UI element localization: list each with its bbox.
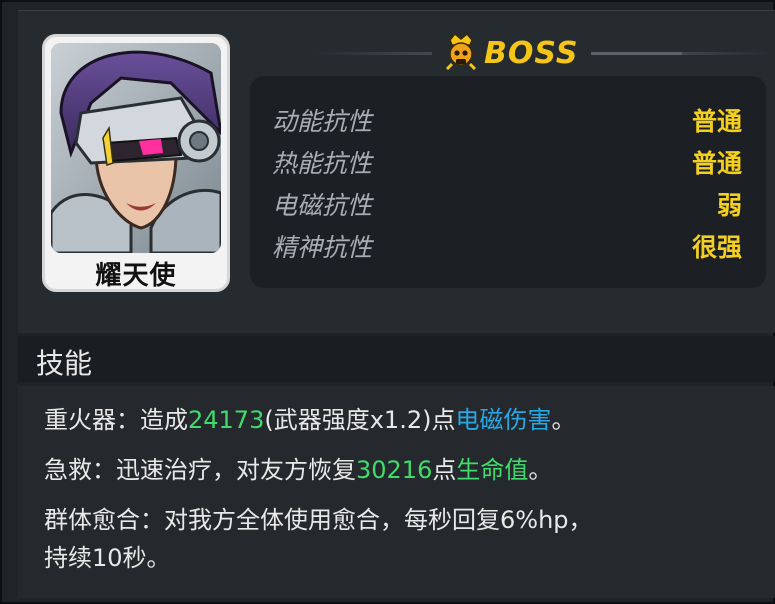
resistance-row: 电磁抗性 弱: [272, 186, 742, 226]
enemy-name: 耀天使: [95, 261, 177, 291]
resistance-value: 弱: [716, 191, 742, 220]
skill-text: 点: [432, 456, 457, 484]
skill-text: 群体愈合：对我方全体使用愈合，每秒回复6%hp，: [44, 506, 593, 534]
android-portrait-art: [51, 43, 221, 253]
resistance-label: 电磁抗性: [272, 191, 373, 220]
enemy-portrait-image: [51, 43, 221, 253]
resistance-value: 普通: [691, 107, 742, 136]
resistance-list: 动能抗性 普通 热能抗性 普通 电磁抗性 弱 精神抗性 很强: [250, 76, 766, 288]
skill-number: 30216: [356, 456, 433, 484]
skill-text: 。: [551, 406, 576, 434]
skills-header: 技能: [18, 336, 775, 382]
skill-number: 24173: [188, 406, 265, 434]
skill-entry-continued: 持续10秒。: [44, 538, 171, 573]
boss-label: BOSS: [484, 35, 579, 71]
skill-text: 持续10秒。: [44, 544, 171, 572]
damage-type: 电磁伤害: [455, 406, 552, 434]
boss-badge: BOSS: [432, 30, 591, 76]
skill-entry: 急救：迅速治疗，对友方恢复30216点生命值。: [44, 450, 552, 485]
boss-crown-skull-icon: [444, 32, 478, 74]
skills-description: 重火器：造成24173(武器强度x1.2)点电磁伤害。 急救：迅速治疗，对友方恢…: [18, 386, 775, 598]
skill-text: 急救：迅速治疗，对友方恢复: [44, 456, 356, 484]
resistance-label: 动能抗性: [272, 107, 373, 136]
skill-text: 重火器：造成: [44, 406, 188, 434]
resistance-row: 动能抗性 普通: [272, 102, 742, 142]
skill-entry: 群体愈合：对我方全体使用愈合，每秒回复6%hp，: [44, 500, 593, 535]
resistance-label: 热能抗性: [272, 149, 373, 178]
heal-type: 生命值: [456, 456, 529, 484]
resistance-value: 普通: [691, 149, 742, 178]
skill-text: (武器强度x1.2)点: [264, 406, 456, 434]
skills-title: 技能: [36, 347, 93, 380]
resistance-row: 精神抗性 很强: [272, 228, 742, 268]
enemy-info-panel: 耀天使 BOSS 动能抗性 普通 热能抗性 普通 电磁抗性 弱 精神抗性 很强 …: [0, 0, 775, 604]
resistance-label: 精神抗性: [272, 233, 373, 262]
skill-entry: 重火器：造成24173(武器强度x1.2)点电磁伤害。: [44, 400, 575, 435]
skill-text: 。: [528, 456, 553, 484]
header-divider-right: [582, 52, 772, 55]
resistance-row: 热能抗性 普通: [272, 144, 742, 184]
enemy-portrait-card: 耀天使: [42, 34, 230, 292]
boss-header: BOSS: [252, 30, 772, 76]
resistance-value: 很强: [691, 233, 742, 262]
